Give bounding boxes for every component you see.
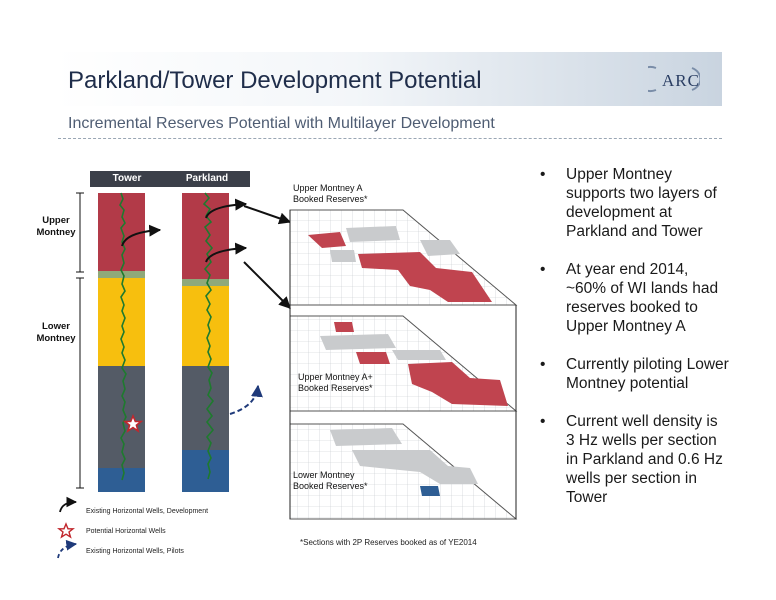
bullet-item: • Currently piloting Lower Montney potent… <box>540 356 729 392</box>
map-label-upper-a-plus: Upper Montney A+ Booked Reserves* <box>298 372 373 393</box>
map-upper-montney-a-plus <box>289 315 518 412</box>
tower-log-column <box>98 192 145 492</box>
legend-dev-well-icon <box>59 496 78 513</box>
bullet-item: • Current well density is 3 Hz wells per … <box>540 413 723 506</box>
bullet-item: • At year end 2014, ~60% of WI lands had … <box>540 261 719 335</box>
map-label-upper-a: Upper Montney A Booked Reserves* <box>293 183 368 204</box>
legend-potential-well-label: Potential Horizontal Wells <box>86 528 166 535</box>
bullet-item: • Upper Montney supports two layers of de… <box>540 166 717 240</box>
legend-potential-well-icon <box>57 522 75 539</box>
zone-bracket-upper <box>76 192 84 273</box>
legend-dev-well-label: Existing Horizontal Wells, Development <box>86 508 209 515</box>
map-label-lower: Lower Montney Booked Reserves* <box>293 470 368 491</box>
arrow-to-map-mid <box>243 261 291 309</box>
bullet-list: • Upper Montney supports two layers of de… <box>540 165 730 526</box>
map-upper-montney-a <box>289 209 518 306</box>
zone-bracket-lower <box>76 277 84 489</box>
parkland-log-column <box>182 192 229 492</box>
footnote: *Sections with 2P Reserves booked as of … <box>300 538 477 547</box>
arrow-to-map-top <box>243 205 292 225</box>
pilot-well-hook-parkland <box>229 384 263 415</box>
legend-pilot-well-icon <box>57 539 78 559</box>
legend-pilot-well-label: Existing Horizontal Wells, Pilots <box>86 548 184 555</box>
